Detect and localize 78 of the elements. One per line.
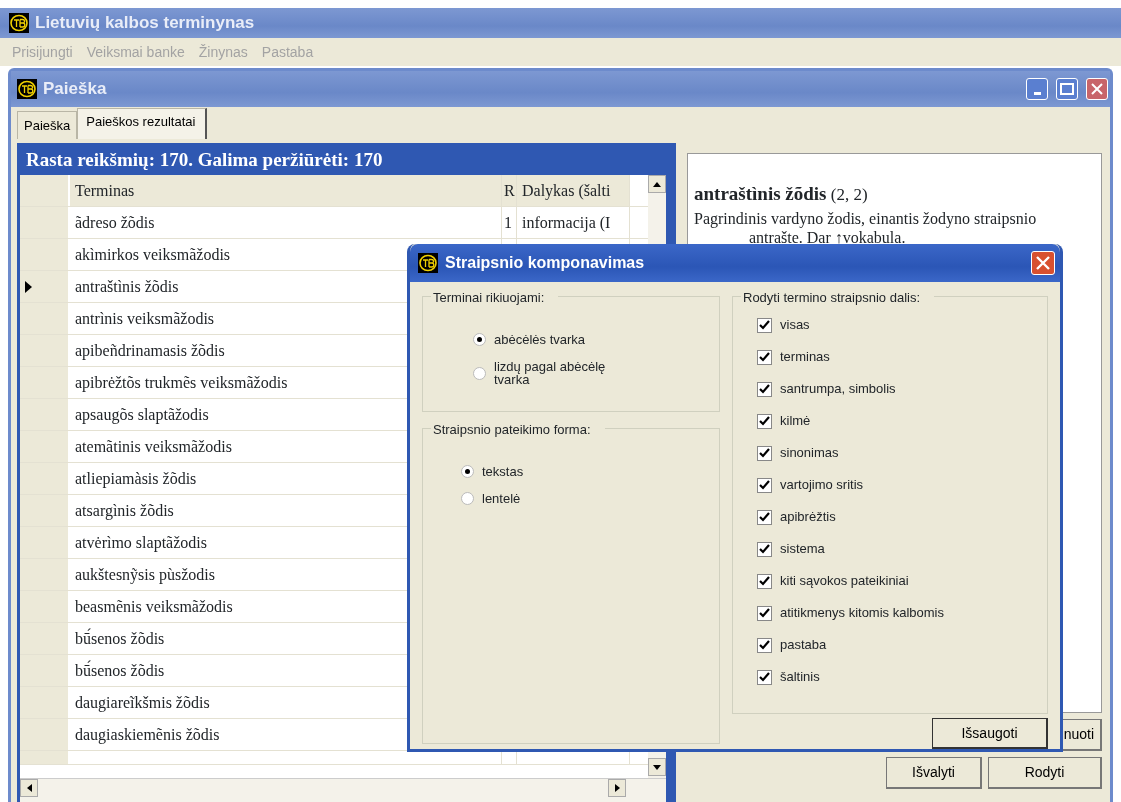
- check-icon: [759, 672, 770, 682]
- scroll-down-button[interactable]: [648, 758, 666, 776]
- checkbox[interactable]: [757, 509, 772, 525]
- checkbox-label[interactable]: apibrėžtis: [780, 507, 836, 527]
- logo-icon: [9, 13, 29, 33]
- checkbox[interactable]: [757, 381, 772, 397]
- check-icon: [759, 448, 770, 458]
- close-icon: [1036, 256, 1050, 270]
- button[interactable]: Išvalyti: [886, 757, 982, 789]
- logo-icon: [418, 253, 438, 273]
- check-icon: [759, 320, 770, 330]
- entry-heading: antraštìnis žõdis (2, 2): [694, 182, 869, 206]
- checkbox-label[interactable]: kilmė: [780, 411, 811, 431]
- checkbox[interactable]: [757, 637, 772, 653]
- row-indicator[interactable]: [20, 271, 70, 302]
- entry-definition: Pagrindinis vardyno žodis, einantis žodyno straipsnio antrašte. Dar ↑vokabula.: [694, 208, 1038, 247]
- check-icon: [759, 384, 770, 394]
- table-cell: ãdreso žõdis: [70, 207, 502, 238]
- checkbox-label[interactable]: santrumpa, simbolis: [780, 379, 896, 399]
- radio-button[interactable]: [473, 333, 486, 346]
- checkbox-label[interactable]: vartojimo sritis: [780, 475, 864, 495]
- save-button[interactable]: Išsaugoti: [932, 718, 1048, 749]
- row-pointer-icon: [25, 280, 33, 293]
- logo-icon: [17, 79, 37, 99]
- radio-button[interactable]: [473, 366, 486, 380]
- tab[interactable]: Paieškos rezultatai: [77, 107, 208, 139]
- check-icon: [759, 576, 770, 586]
- checkbox-label[interactable]: visas: [780, 315, 810, 335]
- table-cell: 1: [502, 207, 517, 238]
- checkbox-label[interactable]: šaltinis: [780, 667, 820, 687]
- checkbox-label[interactable]: kiti sąvokos pateikiniai: [780, 571, 909, 591]
- maximize-button[interactable]: [1056, 78, 1078, 100]
- close-button[interactable]: [1031, 251, 1055, 275]
- check-icon: [759, 416, 770, 426]
- checkbox-label[interactable]: sistema: [780, 539, 825, 559]
- check-icon: [759, 544, 770, 554]
- button[interactable]: Rodyti: [988, 757, 1102, 789]
- checkbox[interactable]: [757, 317, 772, 333]
- down-arrow-icon: [653, 764, 661, 770]
- tab[interactable]: Paieška: [17, 110, 78, 139]
- checkbox[interactable]: [757, 573, 772, 589]
- check-icon: [759, 352, 770, 362]
- checkbox[interactable]: [757, 413, 772, 429]
- checkbox[interactable]: [757, 669, 772, 685]
- close-button[interactable]: [1086, 78, 1108, 100]
- minimize-button[interactable]: [1026, 78, 1048, 100]
- checkbox[interactable]: [757, 541, 772, 557]
- radio-button[interactable]: [461, 465, 474, 478]
- scroll-right-button[interactable]: [608, 779, 626, 797]
- check-icon: [759, 608, 770, 618]
- checkbox-label[interactable]: atitikmenys kitomis kalbomis: [780, 603, 944, 623]
- close-icon: [1091, 83, 1103, 95]
- minimize-icon: [1033, 92, 1041, 95]
- column-header[interactable]: Terminas: [70, 175, 502, 206]
- checkbox-label[interactable]: pastaba: [780, 635, 827, 655]
- checkbox[interactable]: [757, 349, 772, 365]
- horizontal-scrollbar[interactable]: [20, 778, 666, 802]
- radio-button[interactable]: [461, 492, 474, 505]
- check-icon: [759, 480, 770, 490]
- check-icon: [759, 640, 770, 650]
- scroll-up-button[interactable]: [648, 175, 666, 193]
- left-arrow-icon: [26, 784, 32, 792]
- table-cell: informacija (I: [517, 207, 630, 238]
- column-header[interactable]: R: [502, 175, 517, 206]
- checkbox[interactable]: [757, 477, 772, 493]
- checkbox[interactable]: [757, 445, 772, 461]
- maximize-icon: [1060, 83, 1074, 95]
- scroll-left-button[interactable]: [20, 779, 38, 797]
- checkbox-label[interactable]: terminas: [780, 347, 830, 367]
- checkbox[interactable]: [757, 605, 772, 621]
- results-header: Rasta reikšmių: 170. Galima peržiūrėti: 170: [20, 146, 666, 175]
- checkbox-label[interactable]: sinonimas: [780, 443, 839, 463]
- window-title: Paieška: [43, 78, 108, 101]
- column-header[interactable]: Dalykas (šalti: [517, 175, 630, 206]
- up-arrow-icon: [653, 181, 661, 187]
- right-arrow-icon: [614, 784, 620, 792]
- check-icon: [759, 512, 770, 522]
- app-title: Lietuvių kalbos terminynas: [35, 12, 255, 35]
